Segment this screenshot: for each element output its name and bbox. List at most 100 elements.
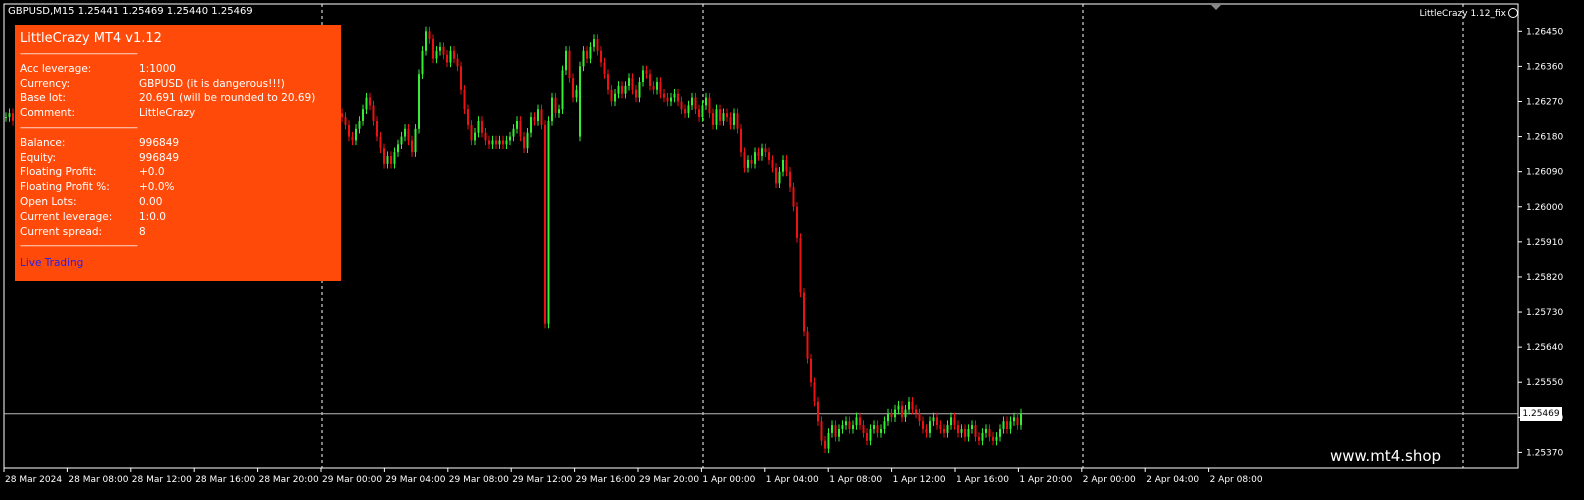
panel-row-value: GBPUSD (it is dangerous!!!) (139, 77, 285, 90)
candle-body (974, 425, 977, 437)
candle-body (740, 128, 742, 153)
panel-row: Balance: 996849 (20, 136, 336, 151)
chart-shift-marker (1211, 5, 1221, 10)
candle-body (673, 93, 676, 98)
candle-body (764, 148, 767, 153)
candle-body (400, 136, 403, 145)
candle-body (383, 148, 385, 164)
panel-row-label: Acc leverage: (20, 62, 92, 75)
panel-row-label: Floating Profit: (20, 166, 97, 179)
candle-body (932, 417, 935, 422)
candle-body (964, 429, 966, 437)
x-tick-label: 1 Apr 08:00 (829, 475, 882, 485)
candle-body (971, 425, 973, 430)
candle-body (946, 425, 949, 433)
candle-body (981, 432, 984, 441)
candle-body (876, 425, 879, 433)
x-tick-label: 28 Mar 16:00 (195, 475, 255, 485)
candle-body (936, 417, 938, 426)
candle-body (442, 46, 445, 55)
candle-body (502, 140, 504, 145)
live-trading-link[interactable]: Live Trading (20, 256, 336, 271)
candle-body (873, 425, 875, 430)
candle-body (680, 101, 683, 110)
candle-body (880, 429, 882, 433)
candle-body (985, 429, 987, 433)
candle-body (904, 409, 907, 418)
candle-body (344, 117, 347, 125)
ea-info-panel: LittleCrazy MT4 v1.12 ------------------… (15, 25, 341, 281)
candle-body (379, 136, 382, 149)
candle-body (568, 50, 571, 79)
candle-body (351, 136, 354, 141)
candle-body (754, 152, 756, 164)
candle-body (852, 425, 854, 430)
panel-row-value: 996849 (139, 151, 180, 164)
candle-body (477, 120, 480, 133)
candle-body (600, 50, 602, 63)
candle-body (810, 358, 812, 383)
y-tick-label: 1.26360 (1526, 62, 1563, 72)
candle-body (558, 109, 560, 114)
candle-body (369, 97, 371, 106)
ea-badge-label: LittleCrazy 1.12_fix (1419, 9, 1506, 19)
candle-body (736, 113, 739, 129)
candle-body (943, 429, 945, 433)
current-price-label: 1.25469 (1520, 406, 1562, 421)
candle-body (586, 50, 588, 59)
candle-body (988, 429, 991, 437)
panel-row-label: Equity: (20, 151, 56, 164)
x-tick-label: 29 Mar 00:00 (322, 475, 382, 485)
panel-settings-group: Acc leverage: 1:1000 Currency: GBPUSD (it i… (20, 62, 336, 121)
y-tick-label: 1.25640 (1526, 343, 1563, 353)
x-tick-label: 1 Apr 16:00 (956, 475, 1009, 485)
y-tick-label: 1.26450 (1526, 27, 1563, 37)
candle-body (792, 187, 795, 207)
candle-body (624, 85, 627, 94)
candle-body (778, 171, 781, 184)
candle-body (561, 70, 564, 110)
panel-row: Acc leverage: 1:1000 (20, 62, 336, 77)
x-tick-label: 2 Apr 04:00 (1146, 475, 1199, 485)
candle-body (799, 237, 802, 293)
candle-body (887, 413, 889, 422)
candle-body (596, 39, 599, 51)
candle-body (813, 382, 816, 402)
candle-body (960, 429, 963, 433)
candle-body (509, 136, 511, 141)
candle-body (995, 436, 998, 441)
candle-body (992, 436, 994, 441)
candle-body (526, 132, 529, 149)
candle-body (393, 152, 396, 164)
candle-body (901, 405, 903, 418)
candle-body (743, 152, 746, 168)
candle-body (418, 74, 420, 129)
candle-body (750, 159, 753, 164)
panel-row: Current spread: 8 (20, 225, 336, 240)
x-tick-label: 1 Apr 20:00 (1019, 475, 1072, 485)
candle-body (939, 425, 942, 430)
candle-body (432, 39, 434, 59)
candle-body (698, 109, 700, 118)
ea-badge[interactable]: LittleCrazy 1.12_fix (1419, 8, 1518, 19)
candle-body (474, 132, 476, 141)
panel-row-value: 1:1000 (139, 62, 176, 75)
candle-body (705, 97, 707, 106)
candle-body (551, 97, 553, 121)
candle-body (341, 113, 343, 118)
candle-body (824, 440, 826, 449)
candle-body (838, 429, 840, 437)
candle-body (670, 97, 672, 102)
candle-body (607, 74, 609, 90)
candle-body (957, 425, 959, 433)
x-tick-label: 29 Mar 04:00 (385, 475, 445, 485)
candle-body (1002, 421, 1005, 430)
candle-body (929, 421, 931, 433)
candle-body (845, 421, 847, 426)
candle-body (547, 120, 550, 324)
candle-body (582, 50, 585, 67)
candle-body (1009, 421, 1012, 430)
candle-body (610, 89, 613, 102)
candle-body (645, 70, 648, 75)
candle-body (484, 132, 487, 141)
